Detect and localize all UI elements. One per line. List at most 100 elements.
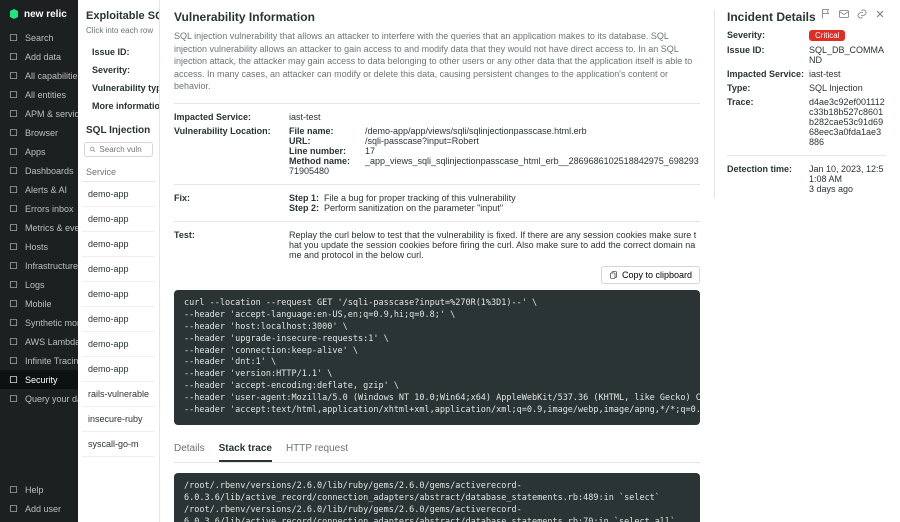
sidebar-item-tracing[interactable]: Infinite Tracing settings	[0, 351, 78, 370]
vuln-description: SQL injection vulnerability that allows …	[174, 30, 700, 93]
search-container	[84, 142, 153, 157]
sidebar-item-label: All capabilities	[25, 71, 78, 81]
sidebar-item-label: Query your data	[25, 394, 78, 404]
test-label: Test:	[174, 230, 289, 260]
list-item[interactable]: insecure-ruby	[82, 407, 155, 432]
search-icon	[89, 145, 96, 154]
copy-to-clipboard-button[interactable]: Copy to clipboard	[601, 266, 700, 284]
sidebar-item-hosts[interactable]: Hosts	[0, 237, 78, 256]
sidebar-item-dash[interactable]: Dashboards	[0, 161, 78, 180]
label-issue-id: Issue ID:	[82, 43, 155, 61]
issue-list-panel: Exploitable SQL Click into each row Issu…	[78, 0, 160, 522]
list-item[interactable]: rails-vulnerable	[82, 382, 155, 407]
link-icon[interactable]	[856, 8, 868, 20]
incident-impacted-value: iast-test	[809, 69, 841, 79]
fix-label: Fix:	[174, 193, 289, 213]
sidebar-item-label: APM & services	[25, 109, 78, 119]
sidebar-item-label: Browser	[25, 128, 58, 138]
detection-time-value: Jan 10, 2023, 12:51:08 AM3 days ago	[809, 164, 886, 194]
stacktrace-code-block[interactable]: /root/.rbenv/versions/2.6.0/lib/ruby/gem…	[174, 473, 700, 522]
sidebar-item-label: Add data	[25, 52, 61, 62]
sidebar-item-mobile[interactable]: Mobile	[0, 294, 78, 313]
sidebar-item-label: Synthetic monitoring	[25, 318, 78, 328]
sidebar-item-label: AWS Lambda serverless	[25, 337, 78, 347]
incident-details-panel: Incident Details Severity:Critical Issue…	[714, 10, 886, 198]
impacted-service-value: iast-test	[289, 112, 321, 122]
list-item[interactable]: demo-app	[82, 282, 155, 307]
panel-subtitle: Click into each row	[82, 24, 155, 43]
tab-details[interactable]: Details	[174, 437, 205, 462]
sidebar-footer-help[interactable]: Help	[0, 480, 78, 499]
sidebar-item-label: Help	[25, 485, 44, 495]
list-item[interactable]: demo-app	[82, 307, 155, 332]
location-label: Vulnerability Location:	[174, 126, 289, 176]
detail-pane: Vulnerability Information SQL injection …	[160, 0, 900, 522]
list-item[interactable]: demo-app	[82, 232, 155, 257]
sidebar-item-label: Logs	[25, 280, 45, 290]
sidebar-item-metrics[interactable]: Metrics & events	[0, 218, 78, 237]
list-item[interactable]: demo-app	[82, 182, 155, 207]
list-item[interactable]: syscall-go-m	[82, 432, 155, 457]
detection-time-label: Detection time:	[727, 164, 809, 194]
label-severity: Severity:	[82, 61, 155, 79]
sidebar-item-label: Infinite Tracing settings	[25, 356, 78, 366]
sidebar-item-label: Metrics & events	[25, 223, 78, 233]
flag-icon[interactable]	[820, 8, 832, 20]
detail-tabs: Details Stack trace HTTP request	[174, 437, 700, 463]
main-sidebar: new relic Search Add data All capabilities…	[0, 0, 78, 522]
sidebar-item-label: Infrastructure	[25, 261, 78, 271]
sidebar-item-entities[interactable]: All entities	[0, 85, 78, 104]
sidebar-item-logs[interactable]: Logs	[0, 275, 78, 294]
incident-type-label: Type:	[727, 83, 809, 93]
sidebar-item-browser[interactable]: Browser	[0, 123, 78, 142]
sidebar-item-label: Search	[25, 33, 54, 43]
sidebar-item-label: Security	[25, 375, 58, 385]
sidebar-item-synth[interactable]: Synthetic monitoring	[0, 313, 78, 332]
test-text: Replay the curl below to test that the v…	[289, 230, 700, 260]
impacted-service-label: Impacted Service:	[174, 112, 289, 122]
sidebar-item-label: Apps	[25, 147, 46, 157]
sidebar-item-apps[interactable]: Apps	[0, 142, 78, 161]
sidebar-item-query[interactable]: Query your data	[0, 389, 78, 408]
curl-code-block[interactable]: curl --location --request GET '/sqli-pas…	[174, 290, 700, 425]
sidebar-item-label: Add user	[25, 504, 61, 514]
tab-stack-trace[interactable]: Stack trace	[219, 437, 272, 462]
sidebar-item-grid[interactable]: All capabilities	[0, 66, 78, 85]
label-vuln-type: Vulnerability type:	[82, 79, 155, 97]
sidebar-footer-user[interactable]: Add user	[0, 499, 78, 518]
list-item[interactable]: demo-app	[82, 207, 155, 232]
mail-icon[interactable]	[838, 8, 850, 20]
sidebar-item-security[interactable]: Security	[0, 370, 78, 389]
col-head-service: Service	[82, 163, 155, 182]
sidebar-item-plus[interactable]: Add data	[0, 47, 78, 66]
severity-label: Severity:	[727, 30, 809, 41]
panel-title: Exploitable SQL	[82, 8, 155, 24]
issue-id-value: SQL_DB_COMMAND	[809, 45, 886, 65]
incident-impacted-label: Impacted Service:	[727, 69, 809, 79]
tab-http-request[interactable]: HTTP request	[286, 437, 348, 462]
trace-value: d4ae3c92ef001112c33b18b527c8601b282cae53…	[809, 97, 886, 147]
search-input[interactable]	[99, 145, 148, 154]
close-icon[interactable]	[874, 8, 886, 20]
sidebar-item-apm[interactable]: APM & services	[0, 104, 78, 123]
list-item[interactable]: demo-app	[82, 332, 155, 357]
list-item[interactable]: demo-app	[82, 257, 155, 282]
section-heading: SQL Injection	[82, 115, 155, 142]
sidebar-item-lambda[interactable]: AWS Lambda serverless	[0, 332, 78, 351]
list-item[interactable]: demo-app	[82, 357, 155, 382]
detail-actions	[820, 8, 886, 20]
brand-logo[interactable]: new relic	[0, 4, 78, 28]
sidebar-item-search[interactable]: Search	[0, 28, 78, 47]
sidebar-item-label: Errors inbox	[25, 204, 74, 214]
sidebar-item-label: Dashboards	[25, 166, 74, 176]
vuln-info-title: Vulnerability Information	[174, 10, 700, 24]
fix-value: Step 1: File a bug for proper tracking o…	[289, 193, 516, 213]
issue-id-label: Issue ID:	[727, 45, 809, 65]
sidebar-item-label: Alerts & AI	[25, 185, 67, 195]
severity-badge: Critical	[809, 30, 845, 41]
relic-icon	[8, 8, 20, 20]
sidebar-item-infra[interactable]: Infrastructure	[0, 256, 78, 275]
sidebar-item-alerts[interactable]: Alerts & AI	[0, 180, 78, 199]
label-more-info: More information:	[82, 97, 155, 115]
sidebar-item-errors[interactable]: Errors inbox	[0, 199, 78, 218]
